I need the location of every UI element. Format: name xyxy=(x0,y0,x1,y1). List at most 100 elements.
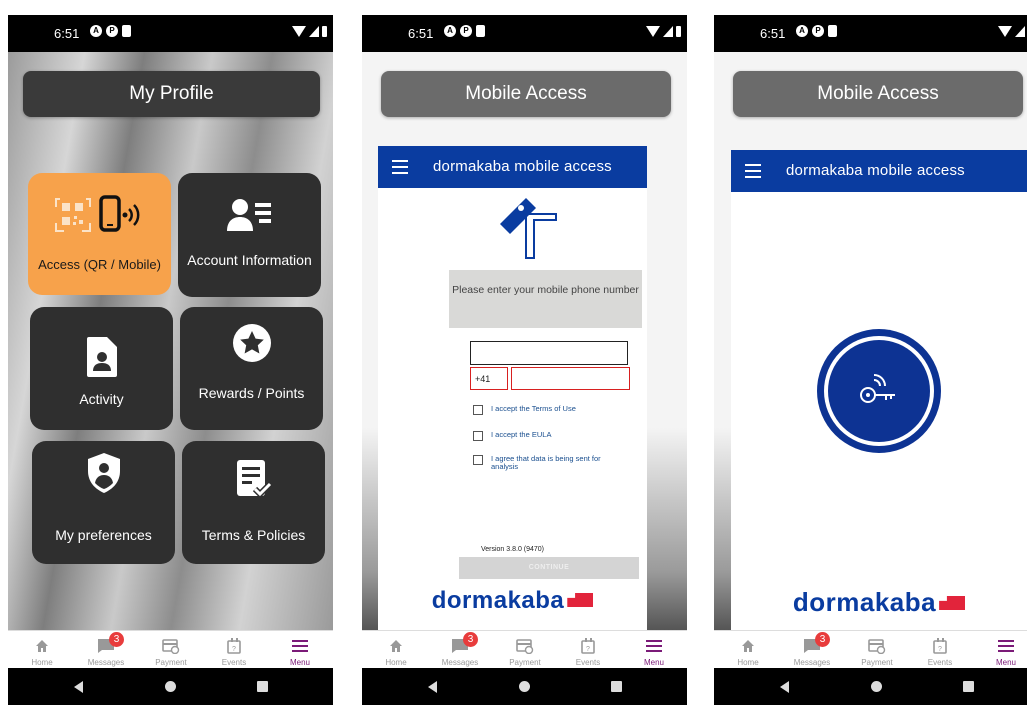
nav-menu-label: Menu xyxy=(643,658,664,667)
nav-events[interactable]: ? Events xyxy=(204,631,264,667)
phone-number-top-field[interactable] xyxy=(470,341,628,365)
nav-home[interactable]: Home xyxy=(366,631,426,667)
terms-label: I accept the Terms of Use xyxy=(491,404,576,413)
tile-access-label: Access (QR / Mobile) xyxy=(38,257,161,272)
calendar-icon: ? xyxy=(910,634,970,658)
home-icon xyxy=(718,634,778,658)
brand-flag-icon xyxy=(567,593,594,607)
tile-my-preferences-label: My preferences xyxy=(55,527,152,543)
signal-icon xyxy=(309,26,319,37)
nav-home-label: Home xyxy=(737,658,759,667)
notification-icons: A P xyxy=(796,25,837,37)
star-circle-icon xyxy=(180,323,323,363)
brand-text: dormakaba xyxy=(792,587,937,617)
page-title: My Profile xyxy=(23,71,320,117)
tile-activity[interactable]: Activity xyxy=(30,307,173,430)
shield-person-icon xyxy=(32,453,175,493)
phone-number-prompt: Please enter your mobile phone number xyxy=(449,270,642,328)
phone-screen-mobile-access-registration: 6:51 A P Mobile Access dormakaba mobile … xyxy=(362,15,687,705)
hamburger-menu-icon[interactable] xyxy=(392,160,408,178)
analysis-checkbox[interactable] xyxy=(473,455,483,465)
nav-payment[interactable]: Payment xyxy=(495,631,555,667)
nav-menu[interactable]: Menu xyxy=(270,631,330,667)
nav-events[interactable]: ? Events xyxy=(558,631,618,667)
nav-payment-label: Payment xyxy=(509,658,541,667)
back-icon[interactable] xyxy=(780,681,789,693)
home-button-icon[interactable] xyxy=(165,681,176,692)
nav-home-label: Home xyxy=(31,658,53,667)
payment-icon xyxy=(141,634,201,658)
tile-activity-label: Activity xyxy=(79,391,124,407)
payment-icon xyxy=(495,634,555,658)
system-icons xyxy=(998,26,1027,37)
document-person-icon xyxy=(30,337,173,377)
qr-mobile-icon xyxy=(28,195,171,235)
mobile-access-content: Mobile Access dormakaba mobile access do… xyxy=(714,52,1027,630)
checkbox-analysis[interactable]: I agree that data is being sent for anal… xyxy=(473,455,621,471)
home-icon xyxy=(366,634,426,658)
home-button-icon[interactable] xyxy=(871,681,882,692)
analysis-label: I agree that data is being sent for anal… xyxy=(491,454,601,471)
system-icons xyxy=(292,26,327,37)
recents-icon[interactable] xyxy=(611,681,622,692)
country-code-field[interactable]: +41 xyxy=(470,367,508,390)
tile-access[interactable]: Access (QR / Mobile) xyxy=(28,173,171,295)
checkbox-eula[interactable]: I accept the EULA xyxy=(473,431,551,441)
notification-p-icon: P xyxy=(812,25,824,37)
tile-account-information-label: Account Information xyxy=(187,252,312,268)
phone-screen-mobile-access-key: 6:51 A P Mobile Access dormakaba mobile … xyxy=(714,15,1027,705)
wifi-icon xyxy=(292,26,306,37)
nav-payment[interactable]: Payment xyxy=(847,631,907,667)
tile-my-preferences[interactable]: My preferences xyxy=(32,441,175,564)
nav-events[interactable]: ? Events xyxy=(910,631,970,667)
status-time: 6:51 xyxy=(408,26,434,41)
wifi-icon xyxy=(998,26,1012,37)
menu-icon xyxy=(270,634,330,658)
recents-icon[interactable] xyxy=(963,681,974,692)
tile-terms-policies[interactable]: Terms & Policies xyxy=(182,441,325,564)
calendar-icon: ? xyxy=(204,634,264,658)
home-button-icon[interactable] xyxy=(519,681,530,692)
tile-account-information[interactable]: Account Information xyxy=(178,173,321,297)
dormakaba-logo: dormakaba xyxy=(731,587,1027,618)
chat-icon: 3 xyxy=(430,632,490,658)
nav-home-label: Home xyxy=(385,658,407,667)
terms-checkbox[interactable] xyxy=(473,405,483,415)
nav-payment[interactable]: Payment xyxy=(141,631,201,667)
nav-menu[interactable]: Menu xyxy=(624,631,684,667)
nav-messages[interactable]: 3 Messages xyxy=(430,631,490,667)
nav-messages[interactable]: 3 Messages xyxy=(76,631,136,667)
tile-rewards-points[interactable]: Rewards / Points xyxy=(180,307,323,430)
back-icon[interactable] xyxy=(74,681,83,693)
recents-icon[interactable] xyxy=(257,681,268,692)
tile-terms-policies-label: Terms & Policies xyxy=(201,527,306,543)
status-time: 6:51 xyxy=(54,26,80,41)
system-nav-bar xyxy=(8,668,333,705)
notification-a-icon: A xyxy=(796,25,808,37)
bottom-nav: Home 3 Messages Payment ? Events Menu xyxy=(362,630,687,668)
nav-messages[interactable]: 3 Messages xyxy=(782,631,842,667)
continue-button[interactable]: CONTINUE xyxy=(459,557,639,579)
nav-home[interactable]: Home xyxy=(718,631,778,667)
web-header: dormakaba mobile access xyxy=(731,150,1027,192)
hamburger-menu-icon[interactable] xyxy=(745,164,761,182)
nav-menu[interactable]: Menu xyxy=(976,631,1027,667)
webview: dormakaba mobile access Please enter you… xyxy=(378,146,647,630)
wifi-icon xyxy=(646,26,660,37)
mobile-number-field[interactable] xyxy=(511,367,630,390)
eula-checkbox[interactable] xyxy=(473,431,483,441)
signal-icon xyxy=(1015,26,1025,37)
nav-events-label: Events xyxy=(927,658,953,667)
phone-screen-my-profile: 6:51 A P My Profile Access (QR / Mobile)… xyxy=(8,15,333,705)
tile-rewards-points-label: Rewards / Points xyxy=(198,385,305,401)
nav-events-label: Events xyxy=(221,658,247,667)
chat-icon: 3 xyxy=(76,632,136,658)
page-title: Mobile Access xyxy=(733,71,1023,117)
nav-home[interactable]: Home xyxy=(12,631,72,667)
mobile-key-button[interactable] xyxy=(816,328,942,459)
back-icon[interactable] xyxy=(428,681,437,693)
signal-icon xyxy=(663,26,673,37)
checkbox-terms-of-use[interactable]: I accept the Terms of Use xyxy=(473,405,576,415)
country-code-value: +41 xyxy=(475,374,491,384)
notification-a-icon: A xyxy=(444,25,456,37)
